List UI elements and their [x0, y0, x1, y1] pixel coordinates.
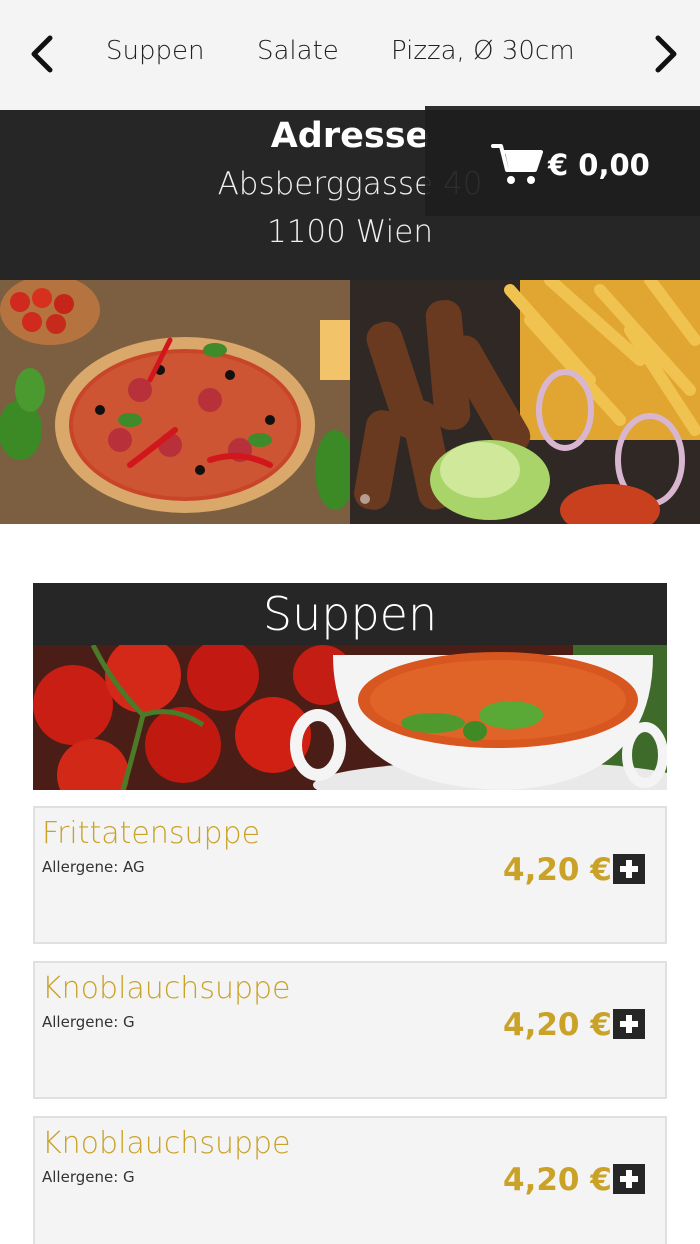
chevron-left-icon[interactable] [20, 32, 64, 76]
item-price: 4,20 € [503, 852, 612, 888]
item-name: Frittatensuppe [42, 816, 261, 851]
item-name: Knoblauchsuppe [42, 1126, 291, 1161]
menu-item: Frittatensuppe Allergene: AG 4,20 € [33, 806, 667, 944]
carousel-indicator[interactable] [360, 494, 370, 504]
item-name: Knoblauchsuppe [42, 971, 291, 1006]
item-price: 4,20 € [503, 1162, 612, 1198]
nav-category-salate[interactable]: Salate [257, 36, 339, 66]
shopping-cart-icon [491, 144, 543, 184]
chevron-right-icon[interactable] [644, 32, 688, 76]
section-title: Suppen [33, 583, 667, 645]
item-price: 4,20 € [503, 1007, 612, 1043]
nav-category-suppen[interactable]: Suppen [106, 36, 204, 66]
address-city: 1100 Wien [266, 214, 434, 250]
pizza-image [0, 280, 350, 524]
nav-category-pizza[interactable]: Pizza, Ø 30cm [391, 36, 575, 66]
cart-total: € 0,00 [548, 148, 650, 182]
cevapcici-image [350, 280, 700, 524]
menu-item: Knoblauchsuppe Allergene: G 4,20 € [33, 1116, 667, 1244]
category-nav: Suppen Salate Pizza, Ø 30cm [0, 0, 700, 110]
item-allergens: Allergene: AG [42, 858, 145, 876]
cart-button[interactable]: € 0,00 [425, 106, 700, 216]
add-to-cart-plus-icon[interactable] [613, 1164, 645, 1194]
menu-item: Knoblauchsuppe Allergene: G 4,20 € [33, 961, 667, 1099]
item-allergens: Allergene: G [42, 1168, 135, 1186]
item-allergens: Allergene: G [42, 1013, 135, 1031]
soup-banner-image [33, 645, 667, 790]
add-to-cart-plus-icon[interactable] [613, 854, 645, 884]
add-to-cart-plus-icon[interactable] [613, 1009, 645, 1039]
